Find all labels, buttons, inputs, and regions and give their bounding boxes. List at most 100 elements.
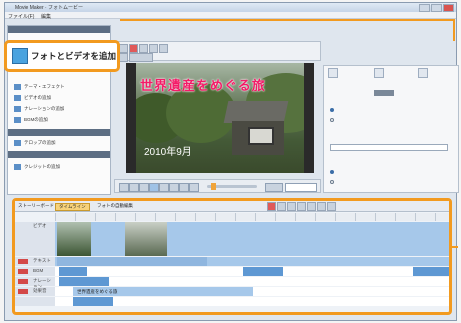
text-clip[interactable] [57, 257, 207, 266]
radio-option-on[interactable] [330, 108, 334, 112]
menu-bar: ファイル(F) 編集 [5, 12, 456, 20]
track-narration: ナレーション [15, 277, 449, 289]
task-item-caption[interactable]: テロップの追加 [14, 138, 56, 147]
mic-icon [14, 105, 21, 112]
track-color-swatch [18, 289, 28, 294]
track-header [15, 297, 56, 306]
track-name: BGM [33, 268, 44, 273]
undo-icon[interactable] [119, 44, 128, 53]
copy-icon[interactable] [149, 44, 158, 53]
tab-properties-2[interactable] [374, 68, 384, 78]
go-start-icon[interactable] [119, 183, 129, 192]
trim-icon[interactable] [287, 202, 296, 211]
title-bar: Movie Maker · フォトムービー [5, 3, 456, 12]
track-text: テキスト [15, 257, 449, 266]
photo-add-icon [12, 48, 28, 64]
track-header: ナレーション [15, 277, 56, 289]
stop-icon[interactable] [159, 183, 169, 192]
callout-line [120, 19, 455, 21]
track-header: 効果音 [15, 287, 56, 296]
sign-board [248, 127, 274, 145]
panel-header [8, 26, 110, 33]
tab-auto-edit[interactable]: フォトの自動編集 [97, 203, 133, 209]
theme-icon [14, 83, 21, 90]
track-sfx: 効果音 世界遺産をめぐる旅 [15, 287, 449, 296]
timecode-field[interactable] [285, 183, 317, 192]
tab-timeline[interactable]: タイムライン [55, 203, 90, 211]
timeline-toolbar: ストーリーボード タイムライン フォトの自動編集 [15, 201, 449, 212]
track-header: BGM [15, 267, 56, 276]
preview-window: 世界遺産をめぐる旅 2010年9月 [126, 63, 314, 173]
radio-option-off-2[interactable] [330, 180, 334, 184]
volume-control[interactable] [265, 183, 283, 192]
video-clip[interactable] [57, 222, 91, 256]
prev-frame-icon[interactable] [129, 183, 139, 192]
panel-section-header [8, 129, 110, 136]
bgm-clip[interactable] [413, 267, 449, 276]
track-extra [15, 297, 449, 306]
seek-handle[interactable] [211, 183, 216, 190]
paste-icon[interactable] [159, 44, 168, 53]
transition-select[interactable] [330, 144, 448, 151]
preview-toolbar [114, 41, 321, 62]
track-name: ビデオ [33, 223, 47, 228]
video-clip[interactable] [125, 222, 167, 256]
play-icon[interactable] [149, 183, 159, 192]
transition-icon[interactable] [307, 202, 316, 211]
go-end-icon[interactable] [189, 183, 199, 192]
task-item-credits[interactable]: クレジットの追加 [14, 162, 60, 171]
window-title: Movie Maker · フォトムービー [15, 5, 84, 11]
track-bgm: BGM [15, 267, 449, 276]
narration-clip[interactable] [59, 277, 109, 286]
zoom-in-icon[interactable] [317, 202, 326, 211]
task-item-theme[interactable]: テーマ・エフェクト [14, 82, 65, 91]
minimize-button[interactable] [419, 4, 430, 12]
callout-line-right [452, 246, 458, 248]
radio-option-on-2[interactable] [330, 170, 334, 174]
menu-file[interactable]: ファイル(F) [8, 13, 34, 20]
tab-properties-1[interactable] [328, 68, 338, 78]
forward-icon[interactable] [169, 183, 179, 192]
cut-icon[interactable] [139, 44, 148, 53]
sfx-clip[interactable]: 世界遺産をめぐる旅 [73, 287, 253, 296]
task-item-bgm[interactable]: BGMの追加 [14, 115, 48, 124]
maximize-button[interactable] [431, 4, 442, 12]
timeline-panel: ストーリーボード タイムライン フォトの自動編集 ビデオ テキスト BGM ナレ… [12, 198, 452, 315]
close-button[interactable] [443, 4, 454, 12]
next-frame-icon[interactable] [179, 183, 189, 192]
track-name: 効果音 [33, 288, 47, 293]
caption-icon [14, 139, 21, 146]
zoom-out-icon[interactable] [327, 202, 336, 211]
add-photo-button[interactable]: フォトとビデオを追加 [4, 40, 120, 72]
track-header: ビデオ [15, 222, 56, 256]
playback-controls [114, 179, 321, 193]
narration-track-bg [55, 277, 449, 286]
extra-clip[interactable] [73, 297, 113, 306]
task-item-video[interactable]: ビデオの追加 [14, 93, 51, 102]
track-header: テキスト [15, 257, 56, 266]
zoom-icon[interactable] [119, 53, 128, 62]
track-color-swatch [18, 259, 28, 264]
radio-option-off[interactable] [330, 118, 334, 122]
callout-line-vertical [453, 19, 455, 41]
delete-icon[interactable] [129, 44, 138, 53]
menu-edit[interactable]: 編集 [41, 13, 51, 20]
bgm-clip[interactable] [59, 267, 87, 276]
mode-toggle[interactable] [374, 90, 394, 96]
title-overlay: 世界遺産をめぐる旅 [140, 78, 266, 93]
effect-icon[interactable] [297, 202, 306, 211]
split-icon[interactable] [277, 202, 286, 211]
video-track-bg [55, 222, 449, 256]
zoom-select[interactable] [129, 53, 153, 62]
date-overlay: 2010年9月 [144, 147, 192, 158]
temple-roof [223, 101, 289, 123]
tab-storyboard[interactable]: ストーリーボード [18, 203, 54, 209]
track-name: テキスト [33, 258, 51, 263]
rewind-icon[interactable] [139, 183, 149, 192]
track-video: ビデオ [15, 222, 449, 256]
bgm-clip[interactable] [243, 267, 283, 276]
video-icon [14, 94, 21, 101]
delete-clip-icon[interactable] [267, 202, 276, 211]
tab-properties-3[interactable] [418, 68, 428, 78]
task-item-narration[interactable]: ナレーションの追加 [14, 104, 64, 113]
